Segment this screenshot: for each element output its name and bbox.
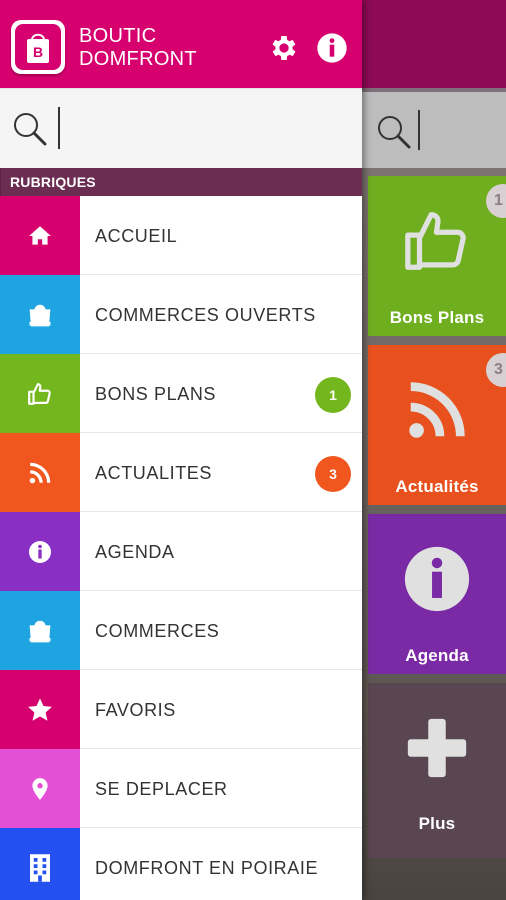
menu-item-label: BONS PLANS [95,384,217,404]
rss-icon [409,382,465,438]
gear-icon[interactable] [268,32,300,64]
tile-bons-plans[interactable]: 1 Bons Plans [368,176,506,336]
app-title-line2: DOMFRONT [79,48,197,70]
search-input[interactable] [58,107,348,149]
menu-icon-box [0,670,80,749]
thumbs-up-icon [405,212,466,270]
menu-item-label: AGENDA [95,542,175,562]
menu-list: ACCUEIL COMMERCES OUVERTS BONS PLANS 1 A… [0,196,362,900]
menu-icon-box [0,591,80,670]
svg-text:B: B [33,44,43,60]
plus-icon [407,718,467,778]
search-icon [378,116,411,149]
info-icon [404,546,470,612]
section-header: RUBRIQUES [0,168,362,196]
count-badge: 1 [315,377,351,413]
tile-label: Plus [418,814,456,833]
menu-item-label: COMMERCES OUVERTS [95,305,316,325]
tile-plus[interactable]: Plus [368,683,506,858]
drawer-header: B BOUTIC DOMFRONT [0,0,362,88]
info-icon[interactable] [316,32,348,64]
shopping-bag-icon [29,620,51,642]
menu-item-domfront-en-poiraie[interactable]: DOMFRONT EN POIRAIE [0,828,362,900]
tile-agenda[interactable]: Agenda [368,514,506,674]
home-icon [29,225,51,245]
background-search-bar [362,88,506,168]
rss-icon [29,462,51,483]
tile-label: Bons Plans [389,308,485,327]
menu-icon-box [0,354,80,433]
menu-item-agenda[interactable]: AGENDA [0,512,362,591]
menu-item-commerces[interactable]: COMMERCES [0,591,362,670]
tile-actualites[interactable]: 3 Actualités [368,345,506,505]
shopping-bag-icon [29,304,51,326]
count-badge: 3 [315,456,351,492]
menu-icon-box [0,433,80,512]
thumbs-up-icon [28,382,51,405]
menu-icon-box [0,749,80,828]
menu-item-favoris[interactable]: FAVORIS [0,670,362,749]
menu-item-label: FAVORIS [95,700,176,720]
menu-icon-box [0,275,80,354]
menu-item-label: ACCUEIL [95,226,178,246]
menu-item-label: ACTUALITES [95,463,213,483]
background-header [362,0,506,88]
tile-badge: 1 [486,184,506,218]
menu-item-commerces-ouverts[interactable]: COMMERCES OUVERTS [0,275,362,354]
menu-icon-box [0,196,80,275]
section-title: RUBRIQUES [10,174,96,190]
tile-label: Agenda [405,646,469,665]
info-icon [29,540,51,563]
menu-item-accueil[interactable]: ACCUEIL [0,196,362,275]
map-pin-icon [32,777,48,800]
shopping-bag-logo-icon: B [27,33,49,63]
search-bar [0,88,362,168]
menu-icon-box [0,512,80,591]
building-icon [30,853,50,882]
menu-item-label: DOMFRONT EN POIRAIE [95,858,319,878]
menu-item-label: COMMERCES [95,621,220,641]
navigation-drawer: B BOUTIC DOMFRONT RUBRIQUES ACCUEIL COMM… [0,0,362,900]
app-logo: B [11,20,65,74]
menu-icon-box [0,828,80,900]
app-title: BOUTIC DOMFRONT [79,25,197,71]
app-screen: 1 Bons Plans 3 Actualités Agenda Plus B … [0,0,506,900]
menu-item-se-deplacer[interactable]: SE DEPLACER [0,749,362,828]
tile-badge: 3 [486,353,506,387]
app-title-line1: BOUTIC [79,25,157,47]
search-icon [14,113,47,146]
tile-label: Actualités [395,477,479,496]
menu-item-actualites[interactable]: ACTUALITES 3 [0,433,362,512]
menu-item-bons-plans[interactable]: BONS PLANS 1 [0,354,362,433]
star-icon [28,697,52,721]
menu-item-label: SE DEPLACER [95,779,228,799]
